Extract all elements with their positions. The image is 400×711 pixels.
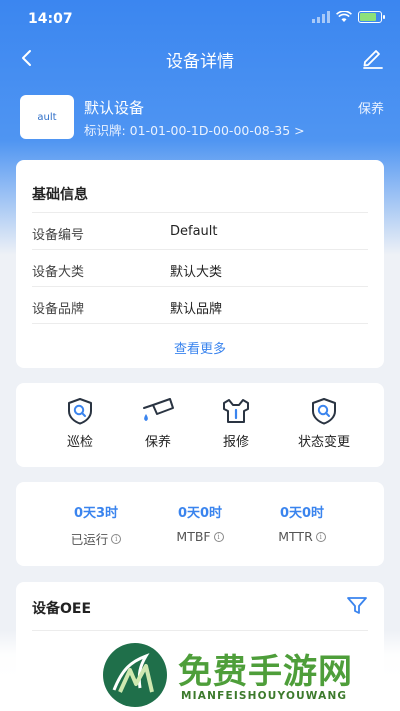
maintenance-button[interactable]: 保养 xyxy=(118,397,198,450)
status-bar: 14:07 xyxy=(0,0,400,38)
page-title: 设备详情 xyxy=(166,52,234,72)
device-summary[interactable]: ault 默认设备 标识牌: 01-01-00-1D-00-00-08-35 >… xyxy=(20,95,384,141)
info-icon[interactable]: i xyxy=(111,533,122,544)
info-value: 默认品牌 xyxy=(170,302,223,317)
stat-runtime: 0天3时 已运行 i xyxy=(46,502,146,548)
info-value: Default xyxy=(170,224,218,239)
device-plate-link[interactable]: 标识牌: 01-01-00-1D-00-00-08-35 > xyxy=(84,120,305,139)
stat-value: 0天3时 xyxy=(73,506,119,521)
info-icon[interactable]: i xyxy=(213,531,224,542)
info-key: 设备品牌 xyxy=(32,302,85,317)
action-label: 巡检 xyxy=(66,435,93,450)
basic-info-title: 基础信息 xyxy=(32,187,88,203)
action-label: 状态变更 xyxy=(297,435,350,450)
oil-can-icon xyxy=(143,398,174,421)
stat-value: 0天0时 xyxy=(177,506,223,521)
stat-mtbf: 0天0时 MTBF i xyxy=(150,502,250,545)
info-row: 设备大类 默认大类 xyxy=(32,249,368,286)
action-label: 保养 xyxy=(144,435,171,450)
stat-value: 0天0时 xyxy=(279,506,325,521)
nav-bar: 设备详情 xyxy=(0,38,400,78)
stat-label: MTBF xyxy=(176,529,211,544)
status-time: 14:07 xyxy=(28,11,73,27)
shield-search-icon xyxy=(312,398,336,425)
status-change-button[interactable]: 状态变更 xyxy=(274,397,374,450)
view-more-link[interactable]: 查看更多 xyxy=(16,338,384,357)
watermark-subtext: MIANFEISHOUYOUWANG xyxy=(181,690,348,702)
watermark-text: 免费手游网 xyxy=(178,652,353,692)
shield-search-icon xyxy=(68,398,92,425)
watermark-logo xyxy=(103,643,167,707)
stat-label: 已运行 xyxy=(70,532,109,547)
status-icons xyxy=(312,11,385,23)
stat-mttr: 0天0时 MTTR i xyxy=(252,502,352,545)
repair-button[interactable]: 报修 xyxy=(196,397,276,450)
watermark: 免费手游网 MIANFEISHOUYOUWANG xyxy=(0,630,400,711)
info-row: 设备编号 Default xyxy=(32,212,368,249)
signal-icon xyxy=(312,11,330,23)
inspection-button[interactable]: 巡检 xyxy=(40,397,120,450)
oee-title: 设备OEE xyxy=(32,601,92,617)
info-row: 设备品牌 默认品牌 xyxy=(32,286,368,323)
wifi-icon xyxy=(336,11,352,22)
wrench-icon xyxy=(223,399,249,423)
info-key: 设备大类 xyxy=(32,265,85,280)
device-status-badge: 保养 xyxy=(357,102,384,117)
actions-card: 巡检 保养 报修 状态变更 xyxy=(16,383,384,467)
device-name: 默认设备 xyxy=(84,99,145,117)
battery-icon xyxy=(358,11,385,23)
edit-icon[interactable] xyxy=(360,44,386,70)
device-logo: ault xyxy=(20,95,74,139)
action-label: 报修 xyxy=(222,435,249,450)
stat-label: MTTR xyxy=(278,529,313,544)
divider xyxy=(32,323,368,324)
filter-icon[interactable] xyxy=(346,594,368,616)
info-key: 设备编号 xyxy=(32,228,85,243)
runtime-stats-card: 0天3时 已运行 i 0天0时 MTBF i 0天0时 MTTR i xyxy=(16,482,384,566)
basic-info-card: 基础信息 设备编号 Default 设备大类 默认大类 设备品牌 默认品牌 查看… xyxy=(16,160,384,368)
info-icon[interactable]: i xyxy=(315,531,326,542)
info-value: 默认大类 xyxy=(170,265,223,280)
